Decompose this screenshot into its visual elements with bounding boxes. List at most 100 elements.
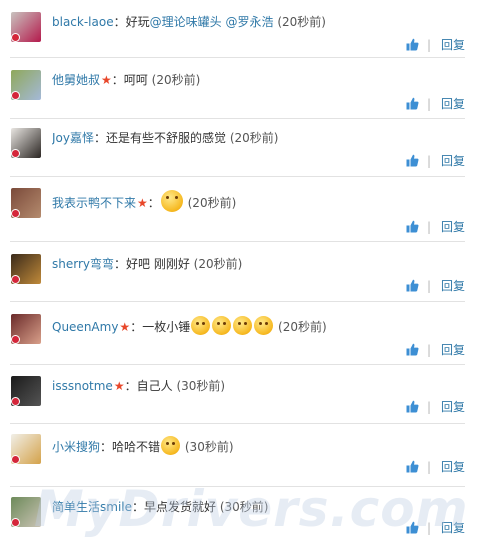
thumbs-up-icon[interactable] [406, 220, 419, 233]
comment-divider [10, 364, 465, 365]
comment-text: sherry弯弯：好吧 刚刚好 (20秒前) [52, 256, 472, 272]
verified-badge-icon [11, 275, 20, 284]
comment-colon: ： [113, 15, 126, 29]
comment-username[interactable]: Joy嘉怿 [52, 131, 94, 145]
comment-colon: ： [130, 320, 143, 334]
thumbs-up-icon[interactable] [406, 154, 419, 167]
verified-badge-icon [11, 149, 20, 158]
comment-text: black-laoe：好玩@理论味罐头 @罗永浩 (20秒前) [52, 14, 472, 30]
thumbs-up-icon[interactable] [406, 343, 419, 356]
comment-colon: ： [147, 196, 160, 210]
user-avatar[interactable] [11, 434, 41, 464]
comment-divider [10, 118, 465, 119]
thumbs-up-icon[interactable] [406, 521, 419, 534]
comment-body: 好玩 [125, 15, 150, 29]
comment-username[interactable]: 他舅她叔 [52, 73, 100, 87]
comment-username[interactable]: QueenAmy [52, 320, 118, 334]
action-separator: | [427, 279, 432, 293]
comment-body: 早点发货就好 [144, 500, 217, 514]
comment-colon: ： [93, 131, 106, 145]
comment-time: (20秒前) [278, 320, 327, 334]
comment-divider [10, 486, 465, 487]
comment-time: (30秒前) [184, 440, 234, 454]
verified-badge-icon [11, 518, 20, 527]
comment-time: (20秒前) [151, 73, 201, 87]
comment-actions: | 回复 [406, 521, 468, 535]
member-star-icon: ★ [137, 196, 148, 210]
comment-actions: | 回复 [406, 38, 468, 52]
action-separator: | [427, 521, 432, 535]
comment-body: 还是有些不舒服的感觉 [106, 131, 227, 145]
thumbs-up-icon[interactable] [406, 400, 419, 413]
mention-link[interactable]: @理论味罐头 [150, 15, 222, 29]
user-avatar[interactable] [11, 254, 41, 284]
thumbs-up-icon[interactable] [406, 97, 419, 110]
verified-badge-icon [11, 209, 20, 218]
sleepy-emoji-icon [212, 316, 232, 335]
reply-button[interactable]: 回复 [441, 400, 465, 414]
comment-body: 自己人 [136, 379, 173, 393]
sleepy-emoji-icon [191, 316, 211, 335]
action-separator: | [427, 38, 432, 52]
verified-badge-icon [11, 33, 20, 42]
comment-actions: | 回复 [406, 97, 468, 111]
comment-divider [10, 241, 465, 242]
reply-button[interactable]: 回复 [441, 220, 465, 234]
comment-colon: ： [132, 500, 145, 514]
thumbs-up-icon[interactable] [406, 460, 419, 473]
reply-button[interactable]: 回复 [441, 460, 465, 474]
comment-actions: | 回复 [406, 220, 468, 234]
comment-text: 他舅她叔★：呵呵 (20秒前) [52, 72, 472, 88]
user-avatar[interactable] [11, 12, 41, 42]
reply-button[interactable]: 回复 [441, 154, 465, 168]
user-avatar[interactable] [11, 128, 41, 158]
member-star-icon: ★ [119, 320, 131, 334]
mention-link[interactable]: @罗永浩 [225, 15, 273, 29]
reply-button[interactable]: 回复 [441, 521, 465, 535]
comment-divider [10, 57, 465, 58]
action-separator: | [427, 460, 432, 474]
comment-divider [10, 423, 465, 424]
comment-actions: | 回复 [406, 279, 468, 293]
action-separator: | [427, 97, 432, 111]
comment-username[interactable]: isssnotme [52, 379, 113, 393]
user-avatar[interactable] [11, 376, 41, 406]
thumbs-up-icon[interactable] [406, 279, 419, 292]
comment-username[interactable]: 小米搜狗 [52, 440, 100, 454]
member-star-icon: ★ [101, 73, 112, 87]
comment-text: 简单生活smile：早点发货就好 (30秒前) [52, 499, 472, 515]
verified-badge-icon [11, 397, 20, 406]
comment-colon: ： [100, 440, 113, 454]
reply-button[interactable]: 回复 [441, 279, 465, 293]
user-avatar[interactable] [11, 497, 41, 527]
reply-button[interactable]: 回复 [441, 38, 465, 52]
user-avatar[interactable] [11, 70, 41, 100]
comment-divider [10, 176, 465, 177]
smile-emoji-icon [161, 436, 181, 455]
comment-username[interactable]: sherry弯弯 [52, 257, 114, 271]
comment-colon: ： [114, 257, 127, 271]
comment-text: Joy嘉怿：还是有些不舒服的感觉 (20秒前) [52, 130, 472, 146]
verified-badge-icon [11, 335, 20, 344]
comment-time: (30秒前) [176, 379, 226, 393]
action-separator: | [427, 220, 432, 234]
thumbs-up-icon[interactable] [406, 38, 419, 51]
comment-body: 好吧 刚刚好 [126, 257, 190, 271]
action-separator: | [427, 400, 432, 414]
laugh-emoji-icon [160, 190, 183, 212]
reply-button[interactable]: 回复 [441, 343, 465, 357]
comment-text: 小米搜狗：哈哈不错 (30秒前) [52, 436, 472, 455]
comment-username[interactable]: 我表示鸭不下来 [52, 196, 136, 210]
comment-username[interactable]: black-laoe [52, 15, 114, 29]
comment-colon: ： [124, 379, 137, 393]
comment-actions: | 回复 [406, 400, 468, 414]
reply-button[interactable]: 回复 [441, 97, 465, 111]
comment-username[interactable]: 简单生活smile [52, 500, 132, 514]
comment-time: (20秒前) [229, 131, 279, 145]
user-avatar[interactable] [11, 314, 41, 344]
verified-badge-icon [11, 91, 20, 100]
user-avatar[interactable] [11, 188, 41, 218]
comment-text: isssnotme★：自己人 (30秒前) [52, 378, 472, 394]
action-separator: | [427, 343, 432, 357]
comment-text: 我表示鸭不下来★： (20秒前) [52, 190, 472, 212]
